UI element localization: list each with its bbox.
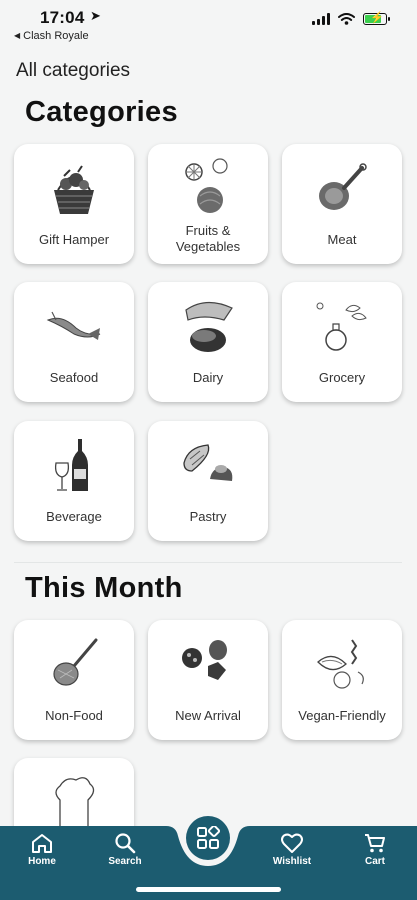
category-label: Meat (327, 232, 357, 247)
heart-icon (281, 833, 303, 853)
back-to-app-link[interactable]: ◀ Clash Royale (14, 30, 89, 42)
this-month-card-non-food[interactable]: Non-Food (14, 620, 134, 740)
chef-hat-icon (55, 777, 95, 830)
beverage-icon (54, 439, 88, 491)
category-card-gift-hamper[interactable]: Gift Hamper (14, 144, 134, 264)
nav-home-label: Home (28, 856, 56, 867)
categories-fab-button[interactable] (186, 816, 230, 860)
this-month-heading: This Month (25, 572, 183, 604)
category-card-pastry[interactable]: Pastry (148, 421, 268, 541)
category-label: Fruits & Vegetables (175, 223, 241, 254)
dairy-icon (185, 301, 233, 352)
category-card-meat[interactable]: Meat (282, 144, 402, 264)
this-month-label: Vegan-Friendly (298, 708, 386, 723)
category-label: Gift Hamper (38, 232, 110, 247)
category-card-seafood[interactable]: Seafood (14, 282, 134, 402)
gift-hamper-icon (54, 165, 94, 214)
status-bar: 17:04 ➤ ◀ Clash Royale ⚡ (0, 0, 417, 48)
status-icons: ⚡ (312, 12, 390, 25)
page-subtitle: All categories (16, 60, 131, 81)
section-divider (14, 562, 402, 563)
category-label: Grocery (318, 370, 366, 385)
fruits-vegetables-icon (185, 158, 228, 213)
category-label: Beverage (46, 509, 102, 524)
pastry-icon (183, 444, 233, 481)
nav-cart-label: Cart (364, 856, 385, 867)
cart-icon (365, 834, 385, 853)
wifi-icon (338, 13, 355, 25)
nav-wishlist-label: Wishlist (272, 856, 312, 867)
grocery-icon (316, 302, 367, 351)
status-time: 17:04 (40, 8, 85, 27)
meat-icon (319, 163, 367, 210)
vegan-friendly-icon (317, 639, 364, 689)
nav-search-label: Search (108, 856, 142, 867)
category-label: Seafood (49, 370, 99, 385)
non-food-icon (53, 638, 98, 686)
this-month-card-new-arrival[interactable]: New Arrival (148, 620, 268, 740)
category-card-dairy[interactable]: Dairy (148, 282, 268, 402)
back-app-label: Clash Royale (23, 30, 89, 42)
category-label: Pastry (189, 509, 227, 524)
category-label: Dairy (192, 370, 224, 385)
seafood-icon (46, 311, 101, 340)
this-month-label: New Arrival (175, 708, 241, 723)
nav-search[interactable]: Search (95, 832, 155, 867)
category-card-beverage[interactable]: Beverage (14, 421, 134, 541)
category-card-fruits-vegetables[interactable]: Fruits & Vegetables (148, 144, 268, 264)
categories-grid-icon (197, 826, 220, 849)
category-card-grocery[interactable]: Grocery (282, 282, 402, 402)
search-icon (115, 833, 136, 854)
new-arrival-icon (182, 640, 227, 680)
back-triangle-icon: ◀ (14, 31, 21, 40)
categories-heading: Categories (25, 96, 178, 128)
this-month-card-vegan-friendly[interactable]: Vegan-Friendly (282, 620, 402, 740)
this-month-label: Non-Food (45, 708, 103, 723)
nav-home[interactable]: Home (12, 832, 72, 867)
home-icon (32, 834, 52, 853)
location-arrow-icon: ➤ (90, 8, 101, 23)
nav-wishlist[interactable]: Wishlist (262, 832, 322, 867)
nav-cart[interactable]: Cart (345, 832, 405, 867)
cellular-signal-icon (312, 13, 330, 25)
home-indicator[interactable] (136, 887, 281, 892)
battery-icon: ⚡ (363, 12, 390, 25)
